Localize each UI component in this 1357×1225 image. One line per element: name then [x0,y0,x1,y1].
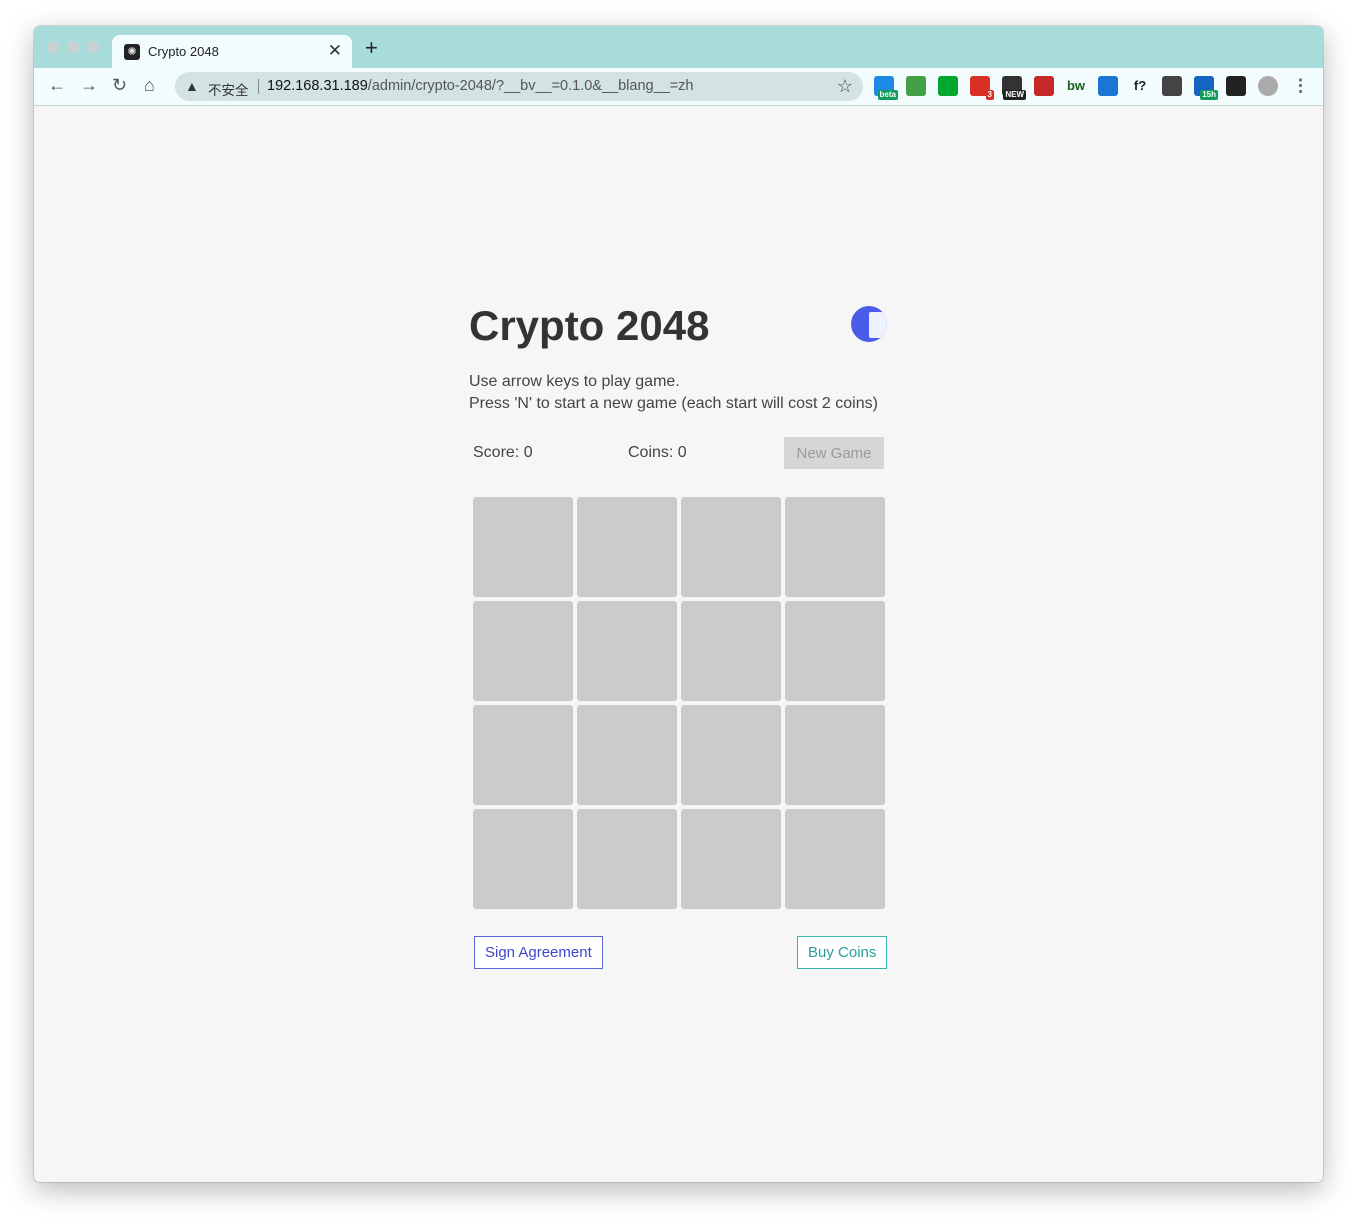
browser-toolbar: ← → ↻ ⌂ ▲ 不安全 192.168.31.189/admin/crypt… [34,68,1323,106]
reload-icon[interactable]: ↻ [112,76,127,94]
bw-extension-icon[interactable]: bw [1066,76,1086,96]
board-cell [681,601,781,701]
board-cell [681,497,781,597]
back-arrow-icon[interactable]: ← [48,76,66,94]
board-cell [473,497,573,597]
board-cell [473,809,573,909]
new-tab-button[interactable]: + [365,37,378,59]
tab-title: Crypto 2048 [148,44,219,59]
evernote-extension-icon[interactable] [938,76,958,96]
board-cell [473,705,573,805]
translate-extension-icon[interactable] [1162,76,1182,96]
bookmark-star-icon[interactable]: ☆ [837,76,853,97]
browser-menu-icon[interactable]: ⋮ [1292,76,1309,96]
buy-coins-button[interactable]: Buy Coins [797,936,888,969]
url-path: /admin/crypto-2048/?__bv__=0.1.0&__blang… [367,78,694,94]
coins-display: Coins: 0 [628,444,687,461]
url-host: 192.168.31.189 [267,78,368,94]
board-cell [577,809,677,909]
game-board [473,497,885,909]
new-game-button[interactable]: New Game [784,437,884,469]
formula-extension-icon[interactable]: f? [1130,76,1150,96]
page-content: Crypto 2048 Use arrow keys to play game.… [34,106,1323,1182]
news-extension-icon[interactable]: NEW [1002,76,1026,100]
score-display: Score: 0 [473,444,533,461]
divider [258,79,259,94]
home-icon[interactable]: ⌂ [144,76,155,94]
address-bar[interactable]: ▲ 不安全 192.168.31.189/admin/crypto-2048/?… [175,72,863,101]
tab-strip: ✺ Crypto 2048 ✕ + [34,26,1323,68]
instructions-line-1: Use arrow keys to play game. [469,373,680,390]
tab-crypto-2048[interactable]: ✺ Crypto 2048 ✕ [112,35,352,68]
board-cell [577,497,677,597]
user-avatar[interactable] [851,306,887,342]
warning-icon: ▲ [185,78,199,94]
board-cell [785,705,885,805]
extension-badge: 3 [985,90,994,100]
sheets-extension-icon[interactable] [906,76,926,96]
board-cell [785,601,885,701]
url-text[interactable]: 192.168.31.189/admin/crypto-2048/?__bv__… [267,78,694,94]
timer-extension-icon[interactable]: 15h [1194,76,1218,100]
s-extension-icon[interactable] [1034,76,1054,96]
board-cell [577,601,677,701]
extension-badge: beta [877,90,898,100]
board-cell [681,809,781,909]
minimize-window-button[interactable] [67,41,79,53]
instructions: Use arrow keys to play game. Press 'N' t… [469,371,878,415]
beta-extension-icon[interactable]: beta [874,76,898,100]
maximize-window-button[interactable] [87,41,99,53]
close-window-button[interactable] [47,41,59,53]
puzzle-extension-icon[interactable] [1226,76,1246,96]
extension-badge: 15h [1200,90,1218,100]
favicon-icon: ✺ [124,44,140,60]
close-tab-icon[interactable]: ✕ [328,41,342,61]
browser-window: ✺ Crypto 2048 ✕ + ← → ↻ ⌂ ▲ 不安全 192.168.… [34,26,1323,1182]
board-cell [577,705,677,805]
sign-agreement-button[interactable]: Sign Agreement [474,936,603,969]
board-cell [785,497,885,597]
instructions-line-2: Press 'N' to start a new game (each star… [469,395,878,412]
game-title: Crypto 2048 [469,302,710,349]
extension-badge: NEW [1003,90,1026,100]
profile-avatar-icon[interactable] [1258,76,1278,96]
security-label[interactable]: 不安全 [208,79,249,99]
board-cell [785,809,885,909]
gmail-extension-icon[interactable]: 3 [970,76,994,100]
forward-arrow-icon[interactable]: → [80,76,98,94]
screen-extension-icon[interactable] [1098,76,1118,96]
board-cell [473,601,573,701]
board-cell [681,705,781,805]
